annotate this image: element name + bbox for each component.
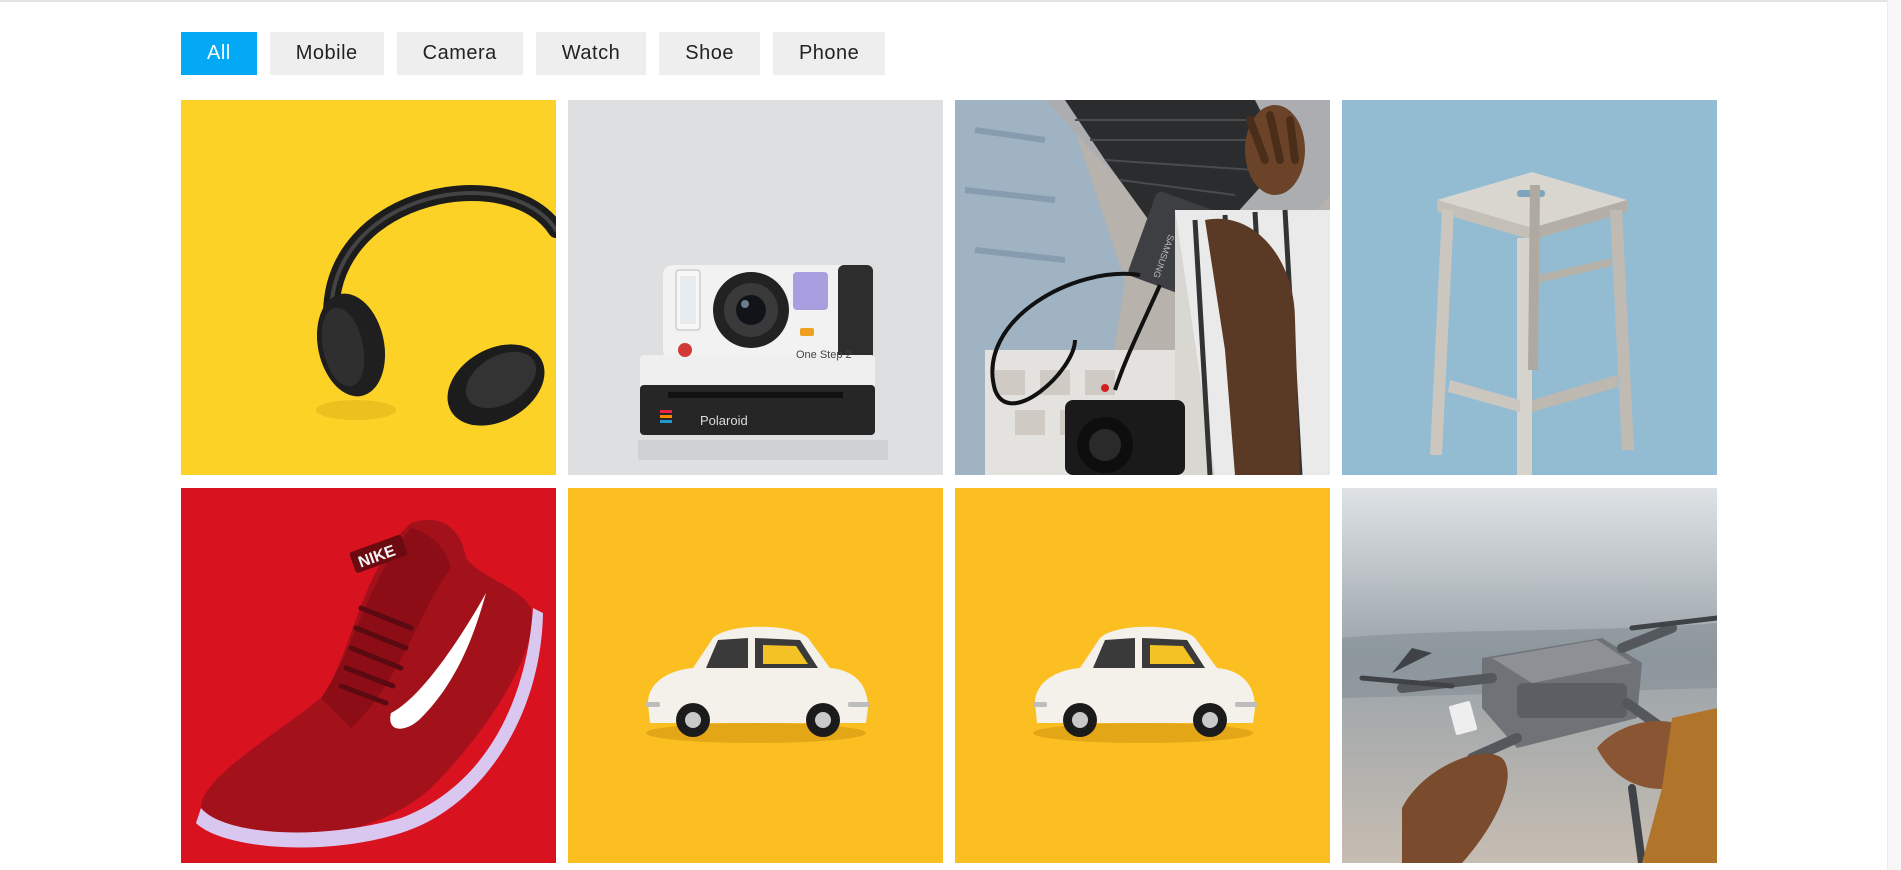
gallery-item-toy-car[interactable]	[568, 488, 943, 863]
product-gallery: One Step 2 Polaroid SAMSUNG NIKE	[181, 100, 1718, 863]
instant-camera-image: One Step 2 Polaroid	[568, 100, 943, 475]
filter-watch-button[interactable]: Watch	[535, 32, 647, 75]
gallery-item-laptop-ssd[interactable]: SAMSUNG	[955, 100, 1330, 475]
gallery-item-wooden-stool[interactable]	[1342, 100, 1717, 475]
headphones-image	[181, 100, 556, 475]
gallery-item-headphones[interactable]	[181, 100, 556, 475]
gallery-item-instant-camera[interactable]: One Step 2 Polaroid	[568, 100, 943, 475]
drone-image	[1342, 488, 1717, 863]
category-filter-bar: All Mobile Camera Watch Shoe Phone	[181, 32, 898, 75]
laptop-ssd-image: SAMSUNG	[955, 100, 1330, 475]
gallery-item-sneaker[interactable]: NIKE	[181, 488, 556, 863]
top-divider	[0, 0, 1901, 2]
filter-phone-button[interactable]: Phone	[772, 32, 886, 75]
svg-text:Polaroid: Polaroid	[700, 413, 748, 428]
wooden-stool-image	[1342, 100, 1717, 475]
filter-camera-button[interactable]: Camera	[396, 32, 523, 75]
gallery-item-drone[interactable]	[1342, 488, 1717, 863]
gallery-item-toy-car[interactable]	[955, 488, 1330, 863]
filter-mobile-button[interactable]: Mobile	[269, 32, 384, 75]
toy-car-image	[568, 488, 943, 863]
svg-text:One Step 2: One Step 2	[796, 349, 852, 361]
filter-all-button[interactable]: All	[181, 32, 257, 75]
toy-car-image	[955, 488, 1330, 863]
sneaker-image: NIKE	[181, 488, 556, 863]
vertical-scrollbar[interactable]	[1887, 0, 1901, 870]
filter-shoe-button[interactable]: Shoe	[659, 32, 760, 75]
